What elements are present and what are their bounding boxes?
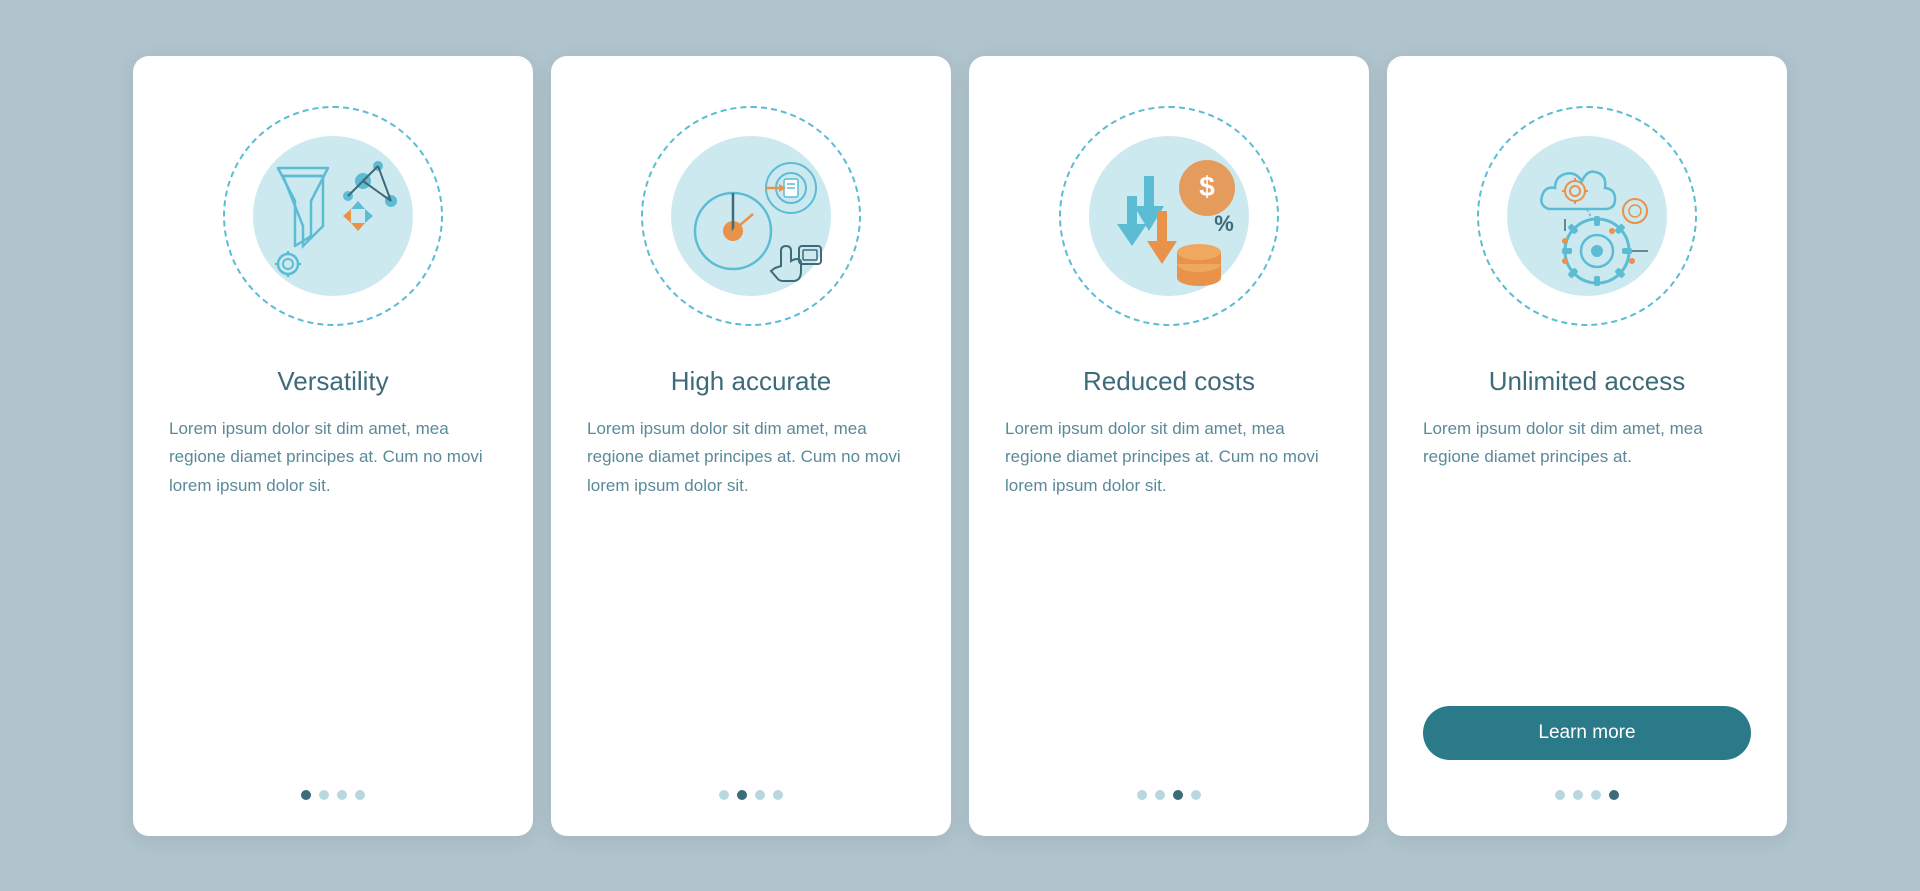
dot-1 <box>719 790 729 800</box>
dot-1 <box>1137 790 1147 800</box>
dot-2 <box>1573 790 1583 800</box>
dot-3 <box>1173 790 1183 800</box>
versatility-icon <box>233 116 433 316</box>
dot-1 <box>301 790 311 800</box>
unlimited-access-icon <box>1487 116 1687 316</box>
card-high-accurate: High accurate Lorem ipsum dolor sit dim … <box>551 56 951 836</box>
learn-more-button[interactable]: Learn more <box>1423 706 1751 760</box>
high-accurate-icon <box>651 116 851 316</box>
card-title-high-accurate: High accurate <box>671 366 831 397</box>
card-illustration-high-accurate <box>631 96 871 336</box>
card-text-high-accurate: Lorem ipsum dolor sit dim amet, mea regi… <box>587 415 915 760</box>
card-unlimited-access: Unlimited access Lorem ipsum dolor sit d… <box>1387 56 1787 836</box>
dot-4 <box>355 790 365 800</box>
dot-3 <box>755 790 765 800</box>
dot-2 <box>1155 790 1165 800</box>
dot-4 <box>773 790 783 800</box>
dots-high-accurate <box>719 790 783 800</box>
dot-4 <box>1609 790 1619 800</box>
dot-2 <box>737 790 747 800</box>
dot-3 <box>337 790 347 800</box>
cards-container: Versatility Lorem ipsum dolor sit dim am… <box>93 16 1827 876</box>
card-title-unlimited-access: Unlimited access <box>1489 366 1686 397</box>
dots-versatility <box>301 790 365 800</box>
card-title-reduced-costs: Reduced costs <box>1083 366 1255 397</box>
card-illustration-reduced-costs: $ % <box>1049 96 1289 336</box>
card-text-reduced-costs: Lorem ipsum dolor sit dim amet, mea regi… <box>1005 415 1333 760</box>
card-illustration-unlimited-access <box>1467 96 1707 336</box>
card-text-versatility: Lorem ipsum dolor sit dim amet, mea regi… <box>169 415 497 760</box>
reduced-costs-icon: $ % <box>1069 116 1269 316</box>
card-versatility: Versatility Lorem ipsum dolor sit dim am… <box>133 56 533 836</box>
dot-3 <box>1591 790 1601 800</box>
card-text-unlimited-access: Lorem ipsum dolor sit dim amet, mea regi… <box>1423 415 1751 686</box>
dot-1 <box>1555 790 1565 800</box>
card-illustration-versatility <box>213 96 453 336</box>
dot-2 <box>319 790 329 800</box>
card-title-versatility: Versatility <box>277 366 388 397</box>
svg-text:%: % <box>1214 211 1234 236</box>
svg-text:$: $ <box>1199 171 1215 202</box>
dot-4 <box>1191 790 1201 800</box>
card-reduced-costs: $ % Reduced costs Lorem ipsum dolor sit … <box>969 56 1369 836</box>
dots-unlimited-access <box>1555 790 1619 800</box>
dots-reduced-costs <box>1137 790 1201 800</box>
